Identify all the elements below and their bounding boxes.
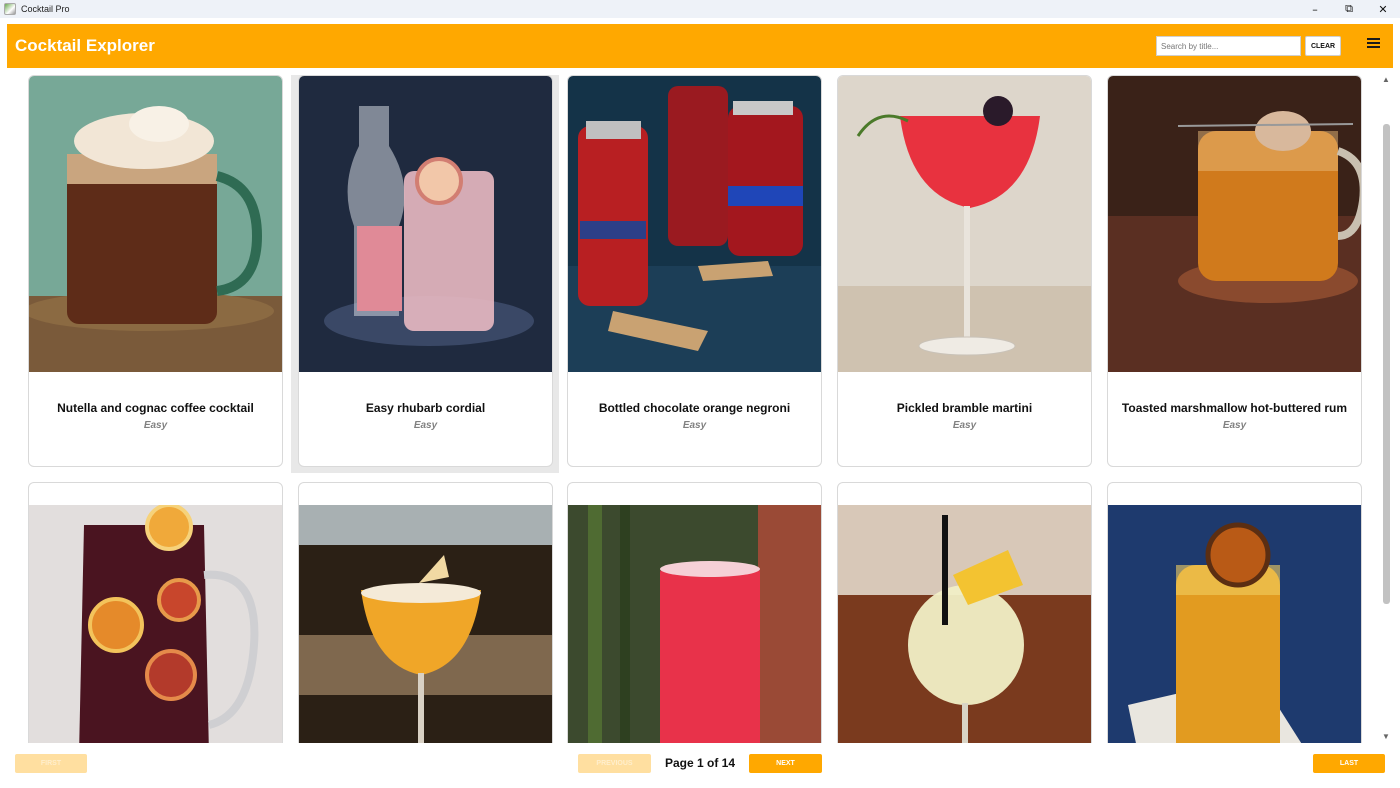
cocktail-photo — [1108, 505, 1361, 743]
close-window-button[interactable]: ✕ — [1366, 0, 1400, 18]
card-title: Bottled chocolate orange negroni — [598, 401, 791, 415]
card-title: Toasted marshmallow hot-buttered rum — [1121, 401, 1348, 415]
card-difficulty: Easy — [952, 420, 977, 431]
app-icon — [4, 3, 16, 15]
window-title: Cocktail Pro — [21, 4, 70, 14]
card-difficulty: Easy — [413, 420, 438, 431]
card-difficulty: Easy — [1222, 420, 1247, 431]
first-page-button[interactable]: FIRST — [15, 754, 87, 773]
last-page-button[interactable]: LAST — [1313, 754, 1385, 773]
cocktail-photo — [299, 505, 552, 743]
cocktail-card[interactable]: Pickled bramble martini Easy — [837, 75, 1092, 467]
card-title: Easy rhubarb cordial — [365, 401, 486, 415]
cocktail-photo — [29, 503, 282, 743]
app-heading: Cocktail Explorer — [15, 36, 155, 55]
hamburger-menu-icon[interactable] — [1367, 37, 1380, 49]
cocktail-photo — [568, 505, 821, 743]
restore-button[interactable]: ⧉ — [1332, 0, 1366, 18]
window-title-bar: Cocktail Pro – ⧉ ✕ — [0, 0, 1400, 18]
cocktail-card[interactable]: Easy rhubarb cordial Easy — [298, 75, 553, 467]
cocktail-card[interactable] — [837, 482, 1092, 743]
cocktail-photo — [299, 76, 552, 372]
card-difficulty: Easy — [682, 420, 707, 431]
scrollbar-thumb[interactable] — [1383, 124, 1390, 604]
cocktail-card[interactable] — [298, 482, 553, 743]
scroll-up-arrow-icon[interactable]: ▲ — [1382, 75, 1390, 84]
cocktail-card[interactable] — [1107, 482, 1362, 743]
cocktail-card[interactable] — [28, 482, 283, 743]
card-title: Nutella and cognac coffee cocktail — [57, 401, 254, 415]
search-input[interactable] — [1156, 36, 1301, 56]
app-header: Cocktail Explorer CLEAR — [7, 24, 1393, 68]
window-controls: – ⧉ ✕ — [1298, 0, 1400, 18]
cocktail-photo — [838, 505, 1091, 743]
scroll-down-arrow-icon[interactable]: ▼ — [1382, 732, 1390, 741]
cocktail-photo — [568, 76, 821, 372]
card-title: Pickled bramble martini — [896, 401, 1033, 415]
page-indicator: Page 1 of 14 — [664, 756, 736, 770]
cocktail-grid: Nutella and cognac coffee cocktail Easy … — [0, 70, 1384, 743]
next-page-button[interactable]: NEXT — [749, 754, 822, 773]
minimize-button[interactable]: – — [1298, 0, 1332, 18]
cocktail-card[interactable]: Nutella and cognac coffee cocktail Easy — [28, 75, 283, 467]
cocktail-card[interactable]: Bottled chocolate orange negroni Easy — [567, 75, 822, 467]
card-difficulty: Easy — [143, 420, 168, 431]
clear-button[interactable]: CLEAR — [1305, 36, 1341, 56]
cocktail-card[interactable]: Toasted marshmallow hot-buttered rum Eas… — [1107, 75, 1362, 467]
cocktail-photo — [1108, 76, 1361, 372]
previous-page-button[interactable]: PREVIOUS — [578, 754, 651, 773]
cocktail-card[interactable] — [567, 482, 822, 743]
cocktail-photo — [838, 76, 1091, 372]
cocktail-photo — [29, 76, 282, 372]
